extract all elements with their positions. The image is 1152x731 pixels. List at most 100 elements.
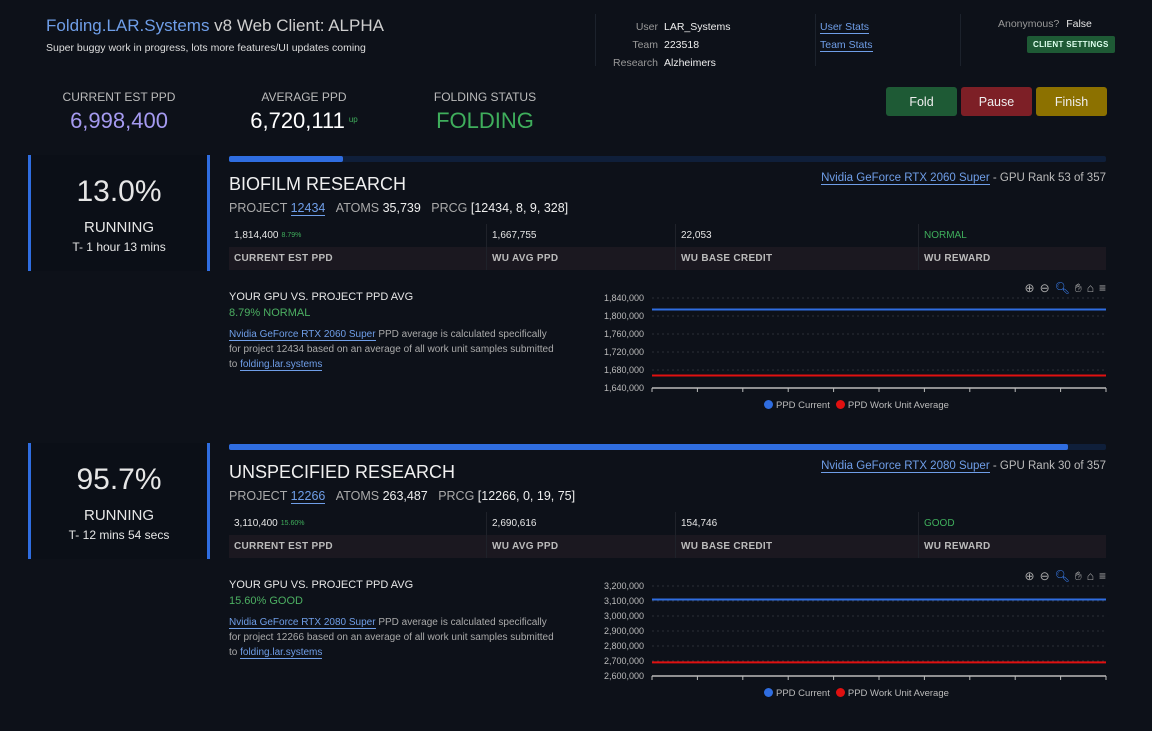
y-tick-label: 1,800,000	[604, 311, 644, 321]
vs-title: YOUR GPU VS. PROJECT PPD AVG	[229, 579, 559, 591]
cell-current-ppd: 3,110,40015.60%	[229, 512, 487, 535]
folding-status-stat: FOLDING STATUS FOLDING	[425, 90, 545, 134]
legend-current[interactable]: PPD Current	[764, 400, 830, 411]
wu-table: 3,110,40015.60% 2,690,616 154,746 GOOD C…	[229, 512, 1106, 558]
folding-status-label: FOLDING STATUS	[425, 90, 545, 104]
atoms-value: 263,487	[383, 489, 428, 503]
research-title: UNSPECIFIED RESEARCH	[229, 462, 455, 483]
progress-percent: 13.0%	[31, 175, 207, 209]
progress-percent: 95.7%	[31, 463, 207, 497]
ppd-chart: 1,640,0001,680,0001,720,0001,760,0001,80…	[590, 279, 1110, 419]
divider	[960, 14, 961, 66]
site-link[interactable]: folding.lar.systems	[240, 359, 322, 371]
subtitle: Super buggy work in progress, lots more …	[46, 42, 366, 54]
progress-bar	[229, 156, 1106, 162]
gpu-rank: - GPU Rank 30 of 357	[990, 460, 1106, 472]
cell-wu-base-credit: 22,053	[676, 224, 919, 247]
cell-wu-avg-ppd: 2,690,616	[487, 512, 676, 535]
legend-dot-avg	[836, 688, 845, 697]
legend-avg[interactable]: PPD Work Unit Average	[836, 688, 949, 699]
trend-indicator: up	[349, 115, 358, 124]
legend-current[interactable]: PPD Current	[764, 688, 830, 699]
client-settings-button[interactable]: CLIENT SETTINGS	[1027, 36, 1115, 53]
team-stats-link[interactable]: Team Stats	[820, 39, 873, 52]
prcg-value: [12266, 0, 19, 75]	[478, 489, 575, 503]
gpu-vs-project: YOUR GPU VS. PROJECT PPD AVG 15.60% GOOD…	[229, 579, 559, 660]
wu-header-row: CURRENT EST PPD WU AVG PPD WU BASE CREDI…	[229, 247, 1106, 270]
chart-legend: PPD Current PPD Work Unit Average	[764, 688, 949, 699]
project-link[interactable]: 12266	[291, 489, 326, 504]
cell-wu-reward: GOOD	[919, 512, 1106, 535]
ppd-chart: 2,600,0002,700,0002,800,0002,900,0003,00…	[590, 567, 1110, 707]
legend-dot-avg	[836, 400, 845, 409]
average-ppd-value: 6,720,111	[250, 108, 345, 133]
legend-current-label: PPD Current	[776, 400, 830, 411]
current-ppd-percent: 8.79%	[282, 232, 302, 239]
legend-avg[interactable]: PPD Work Unit Average	[836, 400, 949, 411]
gpu-info: Nvidia GeForce RTX 2080 Super - GPU Rank…	[821, 460, 1106, 472]
divider	[815, 14, 816, 66]
y-tick-label: 1,760,000	[604, 329, 644, 339]
header-current-ppd: CURRENT EST PPD	[229, 247, 487, 270]
anonymous-label: Anonymous?	[998, 18, 1059, 30]
current-ppd-stat: CURRENT EST PPD6,998,400	[58, 90, 180, 134]
gpu-info: Nvidia GeForce RTX 2060 Super - GPU Rank…	[821, 172, 1106, 184]
user-stats-link[interactable]: User Stats	[820, 21, 869, 34]
vs-percent: 8.79% NORMAL	[229, 307, 559, 319]
vs-description: Nvidia GeForce RTX 2060 Super PPD averag…	[229, 327, 559, 372]
site-link[interactable]: folding.lar.systems	[240, 647, 322, 659]
y-tick-label: 2,800,000	[604, 641, 644, 651]
header-wu-avg-ppd: WU AVG PPD	[487, 247, 676, 270]
folding-status-value: FOLDING	[425, 108, 545, 134]
header-wu-avg-ppd: WU AVG PPD	[487, 535, 676, 558]
prcg-label: PRCG	[438, 489, 474, 503]
stats-links: User Stats Team Stats	[820, 18, 873, 54]
wu-values-row: 1,814,4008.79% 1,667,755 22,053 NORMAL	[229, 224, 1106, 247]
prcg-value: [12434, 8, 9, 328]	[471, 201, 568, 215]
header-wu-base-credit: WU BASE CREDIT	[676, 535, 919, 558]
atoms-label: ATOMS	[336, 201, 379, 215]
pause-button[interactable]: Pause	[961, 87, 1032, 116]
legend-current-label: PPD Current	[776, 688, 830, 699]
finish-button[interactable]: Finish	[1036, 87, 1107, 116]
research-value: Alzheimers	[664, 57, 716, 69]
title-rest: v8 Web Client: ALPHA	[209, 16, 384, 35]
gpu-rank: - GPU Rank 53 of 357	[990, 172, 1106, 184]
vs-percent: 15.60% GOOD	[229, 595, 559, 607]
progress-fill	[229, 444, 1068, 450]
gpu-link[interactable]: Nvidia GeForce RTX 2060 Super	[821, 172, 990, 185]
project-info: PROJECT 12434 ATOMS 35,739 PRCG [12434, …	[229, 201, 568, 215]
gpu-link[interactable]: Nvidia GeForce RTX 2080 Super	[229, 617, 376, 629]
progress-bar	[229, 444, 1106, 450]
current-ppd-value: 1,814,400	[234, 230, 279, 241]
project-label: PROJECT	[229, 201, 287, 215]
y-tick-label: 2,900,000	[604, 626, 644, 636]
fold-button[interactable]: Fold	[886, 87, 957, 116]
y-tick-label: 2,600,000	[604, 671, 644, 681]
user-info: UserLAR_Systems Team223518 ResearchAlzhe…	[588, 18, 731, 72]
current-ppd-value: 3,110,400	[234, 518, 278, 529]
gpu-link[interactable]: Nvidia GeForce RTX 2060 Super	[229, 329, 376, 341]
research-title: BIOFILM RESEARCH	[229, 174, 406, 195]
slot-state: RUNNING	[31, 219, 207, 236]
slot-eta: T- 1 hour 13 mins	[31, 240, 207, 254]
anonymous-value: False	[1066, 18, 1092, 30]
cell-wu-base-credit: 154,746	[676, 512, 919, 535]
prcg-label: PRCG	[431, 201, 467, 215]
slot-status-card: 13.0% RUNNING T- 1 hour 13 mins	[28, 155, 210, 271]
gpu-link[interactable]: Nvidia GeForce RTX 2080 Super	[821, 460, 990, 473]
vs-title: YOUR GPU VS. PROJECT PPD AVG	[229, 291, 559, 303]
atoms-label: ATOMS	[336, 489, 379, 503]
average-ppd-label: AVERAGE PPD	[244, 90, 364, 104]
slot-1: 95.7% RUNNING T- 12 mins 54 secs UNSPECI…	[0, 443, 1152, 731]
desc-project: 12266	[276, 632, 304, 643]
y-tick-label: 1,720,000	[604, 347, 644, 357]
current-ppd-label: CURRENT EST PPD	[58, 90, 180, 104]
gpu-vs-project: YOUR GPU VS. PROJECT PPD AVG 8.79% NORMA…	[229, 291, 559, 372]
slot-status-card: 95.7% RUNNING T- 12 mins 54 secs	[28, 443, 210, 559]
project-link[interactable]: 12434	[291, 201, 326, 216]
project-label: PROJECT	[229, 489, 287, 503]
progress-fill	[229, 156, 343, 162]
cell-wu-avg-ppd: 1,667,755	[487, 224, 676, 247]
slot-eta: T- 12 mins 54 secs	[31, 528, 207, 542]
